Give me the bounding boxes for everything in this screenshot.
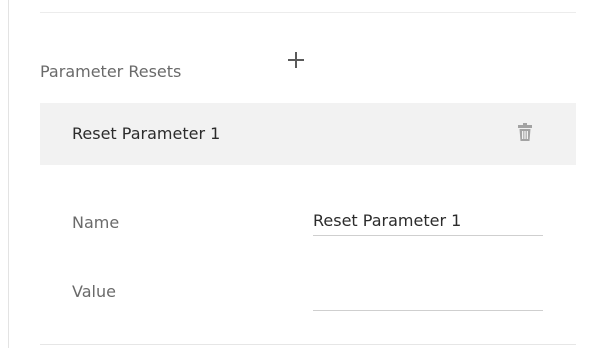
left-divider (8, 0, 9, 348)
add-reset-button[interactable] (286, 50, 306, 70)
value-input[interactable] (313, 281, 543, 311)
name-field-label: Name (72, 213, 120, 232)
plus-icon (288, 52, 304, 68)
section-title: Parameter Resets (40, 62, 182, 81)
trash-icon (518, 123, 532, 141)
value-field-label: Value (72, 282, 116, 301)
reset-item-label: Reset Parameter 1 (72, 124, 221, 143)
delete-reset-button[interactable] (517, 120, 533, 144)
name-input[interactable] (313, 206, 543, 236)
reset-list-item[interactable]: Reset Parameter 1 (40, 103, 576, 165)
bottom-divider (40, 344, 576, 345)
parameter-resets-panel: Parameter Resets Reset Parameter 1 Name … (0, 0, 602, 348)
top-divider (40, 12, 576, 13)
